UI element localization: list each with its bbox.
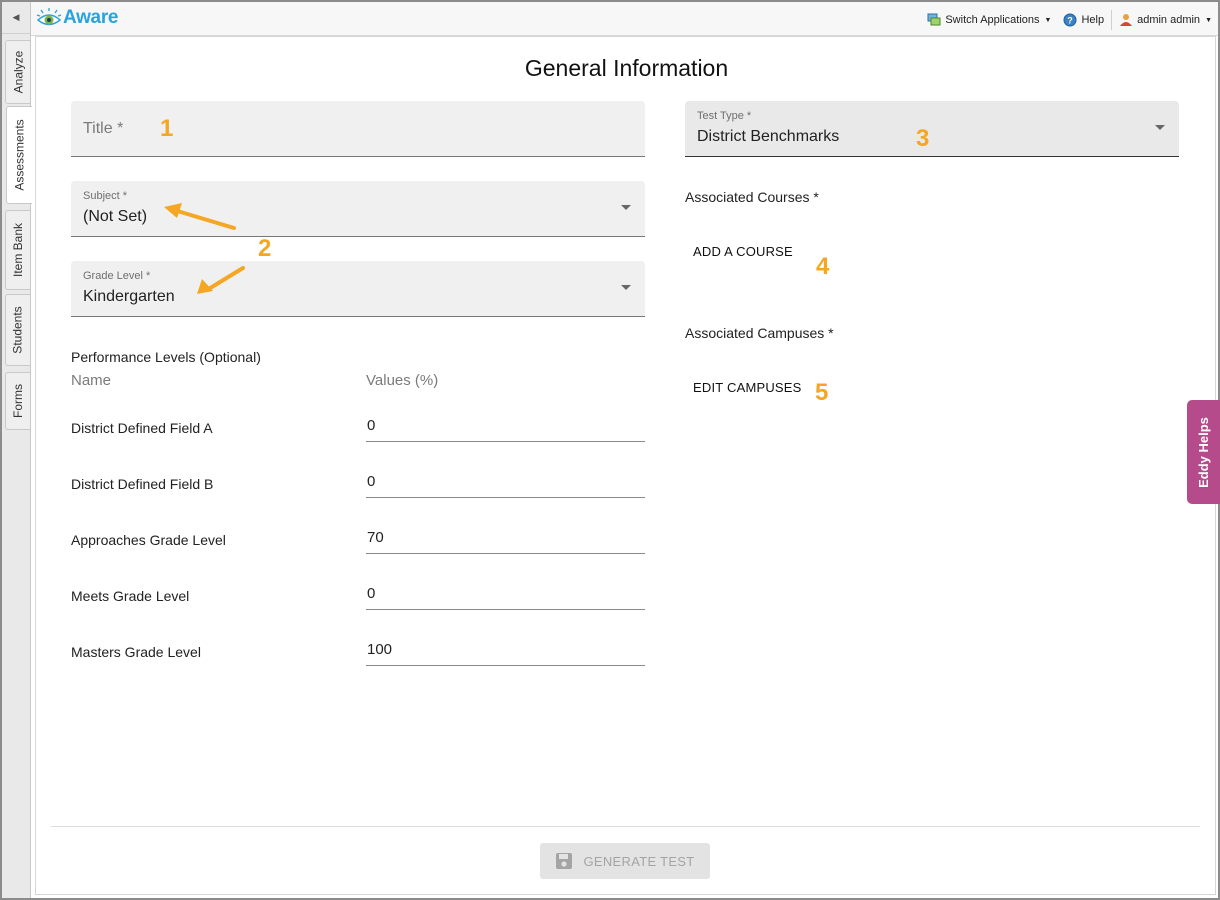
title-placeholder: Title *	[83, 120, 124, 137]
help-link[interactable]: ? Help	[1063, 13, 1104, 27]
title-field[interactable]: Title *	[71, 101, 645, 157]
chevron-down-icon: ▼	[1205, 16, 1212, 24]
grade-level-label: Grade Level *	[83, 270, 151, 282]
user-icon	[1120, 14, 1133, 26]
footer-divider	[51, 826, 1200, 827]
column-header-name: Name	[71, 372, 112, 389]
performance-row-name: Masters Grade Level	[71, 644, 201, 660]
generate-test-label: GENERATE TEST	[583, 853, 695, 869]
tab-assessments[interactable]: Assessments	[6, 106, 32, 204]
collapse-rail-icon[interactable]: ◀	[2, 2, 30, 34]
switch-applications-label: Switch Applications	[945, 14, 1040, 26]
performance-row-name: District Defined Field A	[71, 420, 213, 436]
tab-analyze[interactable]: Analyze	[5, 40, 30, 104]
dropdown-arrow-icon	[621, 285, 631, 290]
subject-value: (Not Set)	[83, 208, 148, 225]
callout-arrow-icon	[197, 266, 245, 294]
general-information-card: General Information Title * Subject * (N…	[35, 36, 1216, 895]
test-type-value: District Benchmarks	[697, 128, 840, 145]
user-menu[interactable]: admin admin ▼	[1119, 13, 1212, 27]
aware-logo[interactable]: Aware	[36, 7, 118, 29]
eddy-helps-tab[interactable]: Eddy Helps	[1187, 400, 1220, 504]
subject-select[interactable]: Subject * (Not Set)	[71, 181, 645, 237]
performance-levels-heading: Performance Levels (Optional)	[71, 349, 261, 365]
performance-value-input[interactable]: 70	[366, 525, 645, 554]
top-right-menu: Switch Applications ▼ ? Help admin admin…	[927, 10, 1212, 30]
page-title: General Information	[524, 55, 729, 81]
help-label: Help	[1081, 14, 1105, 26]
performance-row-name: Meets Grade Level	[71, 588, 190, 604]
associated-courses-label: Associated Courses *	[685, 189, 819, 205]
callout-number: 5	[815, 379, 829, 406]
performance-value-input[interactable]: 0	[366, 469, 645, 498]
callout-number: 2	[258, 235, 272, 262]
generate-test-button[interactable]: GENERATE TEST	[540, 843, 710, 879]
callout-number: 4	[816, 253, 830, 280]
performance-value-input[interactable]: 0	[366, 581, 645, 610]
grade-level-select[interactable]: Grade Level * Kindergarten	[71, 261, 645, 317]
performance-value-input[interactable]: 100	[366, 637, 645, 666]
eddy-helps-label: Eddy Helps	[1196, 416, 1212, 488]
divider	[1111, 10, 1113, 30]
side-tab-rail: ◀ Analyze Assessments Item Bank Students…	[2, 2, 32, 898]
app-window: ◀ Analyze Assessments Item Bank Students…	[0, 0, 1220, 900]
performance-row-name: Approaches Grade Level	[71, 532, 226, 548]
tab-forms[interactable]: Forms	[5, 372, 30, 430]
test-type-select[interactable]: Test Type * District Benchmarks	[685, 101, 1179, 157]
subject-label: Subject *	[83, 190, 128, 202]
svg-text:?: ?	[1068, 16, 1074, 26]
test-type-label: Test Type *	[697, 110, 752, 122]
switch-applications-menu[interactable]: Switch Applications ▼	[927, 13, 1051, 27]
add-a-course-button[interactable]: ADD A COURSE	[693, 244, 793, 259]
help-icon: ?	[1063, 13, 1077, 27]
eye-logo-icon	[36, 8, 62, 26]
dropdown-arrow-icon	[1155, 125, 1165, 130]
logo-text: Aware	[63, 7, 119, 28]
associated-campuses-label: Associated Campuses *	[685, 325, 834, 341]
column-header-values: Values (%)	[366, 372, 439, 389]
callout-number: 3	[916, 125, 930, 152]
save-icon	[556, 853, 573, 869]
chevron-down-icon: ▼	[1044, 16, 1052, 24]
callout-number: 1	[160, 115, 174, 142]
tab-item-bank[interactable]: Item Bank	[5, 210, 30, 290]
tab-students[interactable]: Students	[5, 294, 30, 366]
switch-apps-icon	[927, 13, 941, 26]
grade-level-value: Kindergarten	[83, 288, 175, 305]
performance-row-name: District Defined Field B	[71, 476, 214, 492]
user-name: admin admin	[1137, 14, 1201, 26]
top-bar: Aware Switch Applications ▼ ? Help admin…	[31, 2, 1218, 36]
performance-value-input[interactable]: 0	[366, 413, 645, 442]
edit-campuses-button[interactable]: EDIT CAMPUSES	[693, 380, 802, 395]
callout-arrow-icon	[164, 203, 236, 230]
dropdown-arrow-icon	[621, 205, 631, 210]
